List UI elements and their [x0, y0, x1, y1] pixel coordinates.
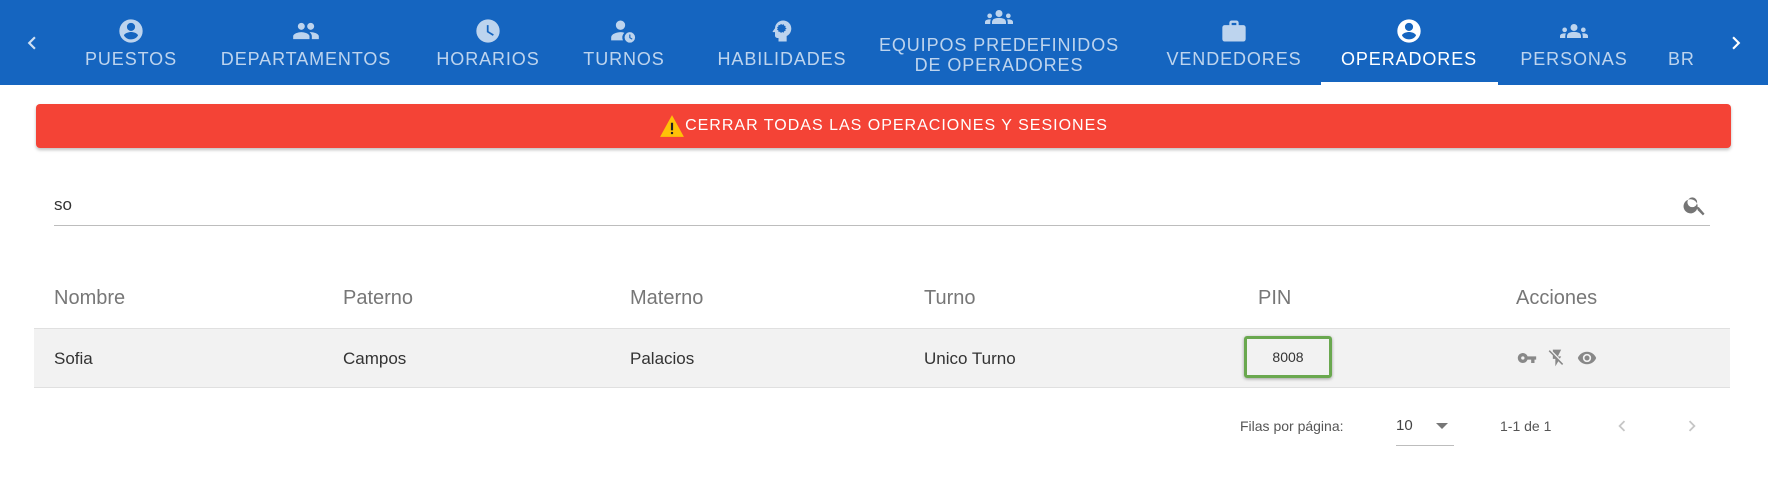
- cell-nombre: Sofia: [54, 349, 93, 368]
- tab-label: HABILIDADES: [717, 49, 847, 69]
- previous-page-button[interactable]: [1606, 410, 1638, 442]
- chevron-right-icon: [1688, 420, 1696, 432]
- top-tab-bar: PUESTOS DEPARTAMENTOS HORARIOS TURNOS HA…: [0, 0, 1768, 85]
- tab-clipped[interactable]: BR: [1668, 0, 1704, 85]
- tab-equipos-predefinidos[interactable]: EQUIPOS PREDEFINIDOS DE OPERADORES: [864, 0, 1134, 85]
- column-header-nombre[interactable]: Nombre: [54, 270, 125, 326]
- column-header-materno[interactable]: Materno: [630, 270, 703, 326]
- close-all-sessions-label: CERRAR TODAS LAS OPERACIONES Y SESIONES: [685, 117, 1108, 134]
- clock-icon: [474, 17, 502, 45]
- eye-icon[interactable]: [1576, 347, 1598, 369]
- cell-pin-highlighted: 8008: [1244, 336, 1332, 378]
- tab-label: OPERADORES: [1340, 49, 1478, 69]
- tab-puestos[interactable]: PUESTOS: [64, 0, 198, 85]
- rows-per-page-value: 10: [1396, 417, 1413, 434]
- cell-materno: Palacios: [630, 349, 695, 368]
- tab-label: DEPARTAMENTOS: [220, 49, 392, 69]
- tab-label: BR: [1668, 49, 1695, 69]
- caret-down-icon: [1436, 423, 1448, 429]
- next-page-button[interactable]: [1676, 410, 1708, 442]
- people-icon: [292, 17, 320, 45]
- pagination-range: 1-1 de 1: [1500, 418, 1552, 434]
- tab-label: PUESTOS: [85, 49, 177, 69]
- tabs-scroll-right-button[interactable]: [1704, 0, 1768, 85]
- chevron-left-icon: [1618, 420, 1626, 432]
- tab-departamentos[interactable]: DEPARTAMENTOS: [208, 0, 404, 85]
- tab-label: EQUIPOS PREDEFINIDOS DE OPERADORES: [878, 35, 1120, 75]
- tab-label: HORARIOS: [436, 49, 540, 69]
- cell-turno: Unico Turno: [924, 349, 1016, 368]
- groups-icon: [1560, 17, 1588, 45]
- tab-personas[interactable]: PERSONAS: [1510, 0, 1638, 85]
- chevron-left-icon: [27, 36, 36, 49]
- column-header-acciones: Acciones: [1516, 287, 1598, 309]
- column-header-pin[interactable]: PIN: [1258, 270, 1291, 326]
- tab-habilidades[interactable]: HABILIDADES: [700, 0, 864, 85]
- tab-label: PERSONAS: [1520, 49, 1628, 69]
- user-clock-icon: [610, 17, 638, 45]
- tabs-scroll-left-button[interactable]: [0, 0, 64, 85]
- rows-per-page-select[interactable]: 10: [1396, 410, 1454, 446]
- briefcase-icon: [1220, 17, 1248, 45]
- column-header-turno[interactable]: Turno: [924, 270, 976, 326]
- row-actions: [1516, 347, 1606, 369]
- tab-label: VENDEDORES: [1166, 49, 1302, 69]
- chevron-right-icon: [1732, 36, 1741, 49]
- search-bar: [54, 186, 1710, 226]
- search-icon[interactable]: [1682, 192, 1708, 218]
- tab-turnos[interactable]: TURNOS: [568, 0, 680, 85]
- search-input[interactable]: [54, 186, 1654, 224]
- groups-icon: [985, 3, 1013, 31]
- tab-horarios[interactable]: HORARIOS: [424, 0, 552, 85]
- warning-icon: [660, 115, 684, 137]
- account-circle-icon: [1395, 17, 1423, 45]
- table-header: Nombre Paterno Materno Turno PIN Accione…: [34, 270, 1730, 326]
- key-icon[interactable]: [1516, 347, 1538, 369]
- cell-paterno: Campos: [343, 349, 407, 368]
- table-row[interactable]: Sofia Campos Palacios Unico Turno 8008: [34, 328, 1730, 388]
- tab-vendedores[interactable]: VENDEDORES: [1154, 0, 1314, 85]
- brain-icon: [768, 17, 796, 45]
- tabs-viewport: PUESTOS DEPARTAMENTOS HORARIOS TURNOS HA…: [64, 0, 1704, 85]
- active-tab-indicator: [1321, 82, 1498, 85]
- close-all-sessions-button[interactable]: CERRAR TODAS LAS OPERACIONES Y SESIONES: [36, 104, 1731, 148]
- tab-label: TURNOS: [583, 49, 665, 69]
- column-header-paterno[interactable]: Paterno: [343, 270, 413, 326]
- account-circle-icon: [117, 17, 145, 45]
- rows-per-page-label: Filas por página:: [1240, 418, 1344, 434]
- no-flash-icon[interactable]: [1546, 347, 1568, 369]
- tab-operadores[interactable]: OPERADORES: [1320, 0, 1498, 85]
